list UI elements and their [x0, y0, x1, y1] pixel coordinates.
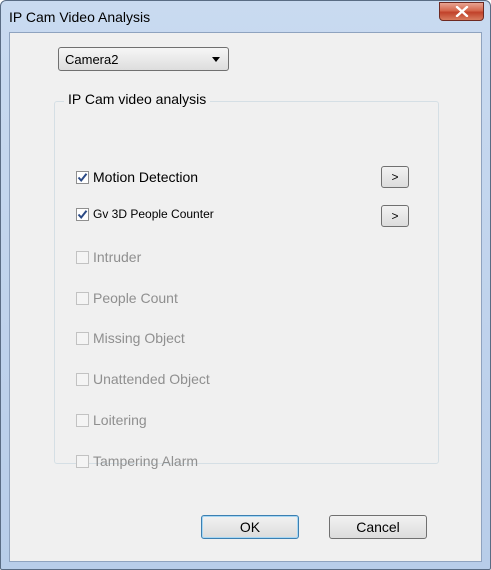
cancel-button[interactable]: Cancel	[329, 515, 427, 539]
close-button[interactable]	[439, 2, 484, 21]
people-counter-checkbox[interactable]	[76, 207, 89, 221]
title-bar[interactable]: IP Cam Video Analysis	[1, 1, 490, 32]
intruder-checkbox	[76, 250, 89, 264]
tampering-alarm-checkbox	[76, 454, 89, 468]
option-intruder: Intruder	[76, 248, 141, 266]
loitering-checkbox	[76, 413, 89, 427]
option-gv-3d-people-counter[interactable]: Gv 3D People Counter	[76, 205, 214, 223]
motion-detection-label: Motion Detection	[93, 169, 199, 185]
intruder-label: Intruder	[93, 249, 142, 265]
unattended-object-label: Unattended Object	[93, 371, 210, 387]
dropdown-arrow-icon	[212, 57, 220, 62]
groupbox-title: IP Cam video analysis	[64, 91, 211, 107]
option-motion-detection[interactable]: Motion Detection	[76, 168, 198, 186]
people-count-label: People Count	[93, 290, 178, 306]
people-counter-label: Gv 3D People Counter	[93, 207, 214, 221]
camera-select-value: Camera2	[65, 52, 119, 67]
option-tampering-alarm: Tampering Alarm	[76, 452, 198, 470]
option-unattended-object: Unattended Object	[76, 370, 210, 388]
window-title: IP Cam Video Analysis	[9, 9, 151, 25]
checkmark-icon	[77, 172, 88, 182]
video-analysis-groupbox	[54, 101, 439, 464]
checkmark-icon	[77, 209, 88, 219]
loitering-label: Loitering	[93, 412, 147, 428]
ok-button[interactable]: OK	[201, 515, 299, 539]
close-x-icon	[455, 6, 468, 17]
option-missing-object: Missing Object	[76, 329, 185, 347]
unattended-object-checkbox	[76, 372, 89, 386]
camera-select[interactable]: Camera2	[58, 47, 229, 71]
missing-object-checkbox	[76, 331, 89, 345]
people-counter-settings-button[interactable]: >	[381, 205, 409, 227]
tampering-alarm-label: Tampering Alarm	[93, 453, 199, 469]
motion-detection-settings-button[interactable]: >	[381, 166, 409, 188]
option-loitering: Loitering	[76, 411, 147, 429]
missing-object-label: Missing Object	[93, 330, 185, 346]
option-people-count: People Count	[76, 289, 178, 307]
motion-detection-checkbox[interactable]	[76, 170, 89, 184]
people-count-checkbox	[76, 291, 89, 305]
